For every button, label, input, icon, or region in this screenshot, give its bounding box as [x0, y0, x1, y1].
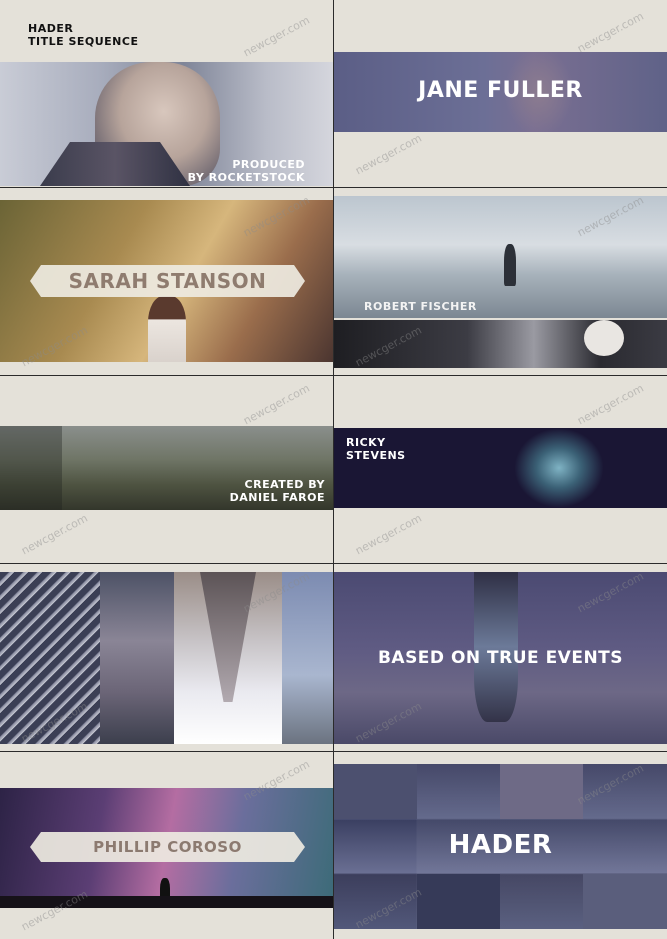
tower-shape — [200, 572, 256, 702]
panel-created-by: CREATED BY DANIEL FAROE newcger.com newc… — [0, 376, 333, 563]
panel-hader-mosaic: HADER newcger.com newcger.com — [334, 752, 667, 939]
title-line-1: HADER — [28, 22, 74, 35]
caption: BASED ON TRUE EVENTS — [377, 648, 624, 668]
valley-image: CREATED BY DANIEL FAROE — [0, 426, 333, 510]
name-title: PHILLIP COROSO — [93, 838, 242, 856]
watermark: newcger.com — [19, 511, 90, 558]
portrait-image: PRODUCED BY ROCKETSTOCK — [0, 62, 333, 186]
valley-panel-left — [0, 426, 62, 510]
title-line-2: TITLE SEQUENCE — [28, 35, 139, 48]
watermark: newcger.com — [353, 131, 424, 178]
panel-based-on-true-events: BASED ON TRUE EVENTS newcger.com newcger… — [334, 564, 667, 751]
smoke-shape — [514, 428, 604, 508]
mosaic-tile — [417, 874, 500, 929]
credit-line-2: BY ROCKETSTOCK — [187, 171, 305, 184]
panel-phillip-coroso: PHILLIP COROSO newcger.com newcger.com — [0, 752, 333, 939]
name-title: JANE FULLER — [418, 78, 583, 103]
panel-hader-title: HADER TITLE SEQUENCE PRODUCED BY ROCKETS… — [0, 0, 333, 187]
night-sky-image: PHILLIP COROSO — [0, 788, 333, 908]
credit-line-1: PRODUCED — [232, 158, 305, 171]
panel-sarah-stanson: SARAH STANSON newcger.com newcger.com — [0, 188, 333, 375]
watermark: newcger.com — [575, 9, 646, 56]
lake-image — [282, 572, 333, 744]
couple-image — [100, 572, 174, 744]
mosaic-tile — [500, 764, 583, 819]
panel-robert-fischer: ROBERT FISCHER newcger.com newcger.com — [334, 188, 667, 375]
grid-divider-horizontal — [0, 563, 667, 564]
panel-ricky-stevens: RICKY STEVENS newcger.com newcger.com — [334, 376, 667, 563]
credit-line-1: CREATED BY — [244, 478, 325, 491]
watermark: newcger.com — [241, 381, 312, 428]
watermark: newcger.com — [353, 511, 424, 558]
hand-shape — [584, 320, 624, 356]
name-line-1: RICKY — [346, 436, 386, 449]
mosaic-tile — [334, 764, 417, 819]
name-line-2: STEVENS — [346, 449, 406, 462]
watermark: newcger.com — [241, 13, 312, 60]
hanging-figure-shape — [474, 572, 518, 722]
name-title: ROBERT FISCHER — [364, 300, 477, 313]
name-title: SARAH STANSON — [68, 269, 267, 293]
girl-shape — [148, 296, 186, 362]
storyboard-grid: HADER TITLE SEQUENCE PRODUCED BY ROCKETS… — [0, 0, 667, 939]
panel-photo-collage: newcger.com newcger.com — [0, 564, 333, 751]
person-silhouette — [504, 244, 516, 286]
mosaic-tile — [583, 874, 667, 929]
grid-divider-horizontal — [0, 751, 667, 752]
grid-divider-vertical — [333, 0, 334, 939]
forest-image: SARAH STANSON — [0, 200, 333, 362]
grid-divider-horizontal — [0, 187, 667, 188]
watermark: newcger.com — [575, 381, 646, 428]
panel-jane-fuller: JANE FULLER newcger.com newcger.com — [334, 0, 667, 187]
credit-line-2: DANIEL FAROE — [229, 491, 325, 504]
grid-divider-horizontal — [0, 375, 667, 376]
purple-band: JANE FULLER — [334, 52, 667, 132]
smoke-image: RICKY STEVENS — [334, 428, 667, 508]
main-title: HADER — [448, 830, 553, 860]
